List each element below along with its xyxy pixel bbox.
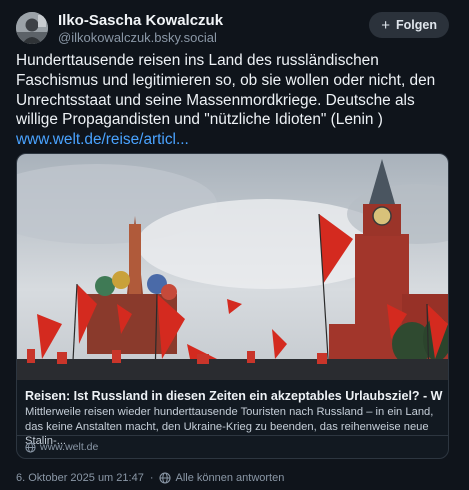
post-body: Hunderttausende reisen ins Land des russ…	[16, 52, 436, 129]
link-card[interactable]: Reisen: Ist Russland in diesen Zeiten ei…	[16, 153, 449, 459]
globe-icon	[25, 441, 36, 453]
post-footer: 6. Oktober 2025 um 21:47 · Alle können a…	[16, 472, 284, 484]
plus-icon: +	[381, 16, 391, 34]
link-card-title: Reisen: Ist Russland in diesen Zeiten ei…	[25, 389, 443, 403]
footer-separator: ·	[149, 472, 154, 484]
card-divider	[17, 435, 448, 436]
reply-settings[interactable]: Alle können antworten	[159, 472, 284, 484]
avatar[interactable]	[16, 12, 48, 44]
author-display-name[interactable]: Ilko-Sascha Kowalczuk	[58, 12, 223, 29]
follow-button-label: Folgen	[396, 18, 437, 32]
post-timestamp[interactable]: 6. Oktober 2025 um 21:47	[16, 472, 144, 484]
reply-settings-label: Alle können antworten	[175, 472, 285, 484]
link-card-domain-text: www.welt.de	[40, 441, 99, 453]
post-link[interactable]: www.welt.de/reise/articl...	[16, 131, 189, 148]
link-card-domain: www.welt.de	[25, 441, 98, 453]
post-text: Hunderttausende reisen ins Land des russ…	[16, 51, 456, 150]
card-image	[17, 154, 448, 380]
reply-settings-icon	[159, 472, 172, 484]
follow-button[interactable]: + Folgen	[369, 12, 449, 38]
avatar-photo	[16, 12, 48, 44]
author-handle[interactable]: @ilkokowalczuk.bsky.social	[58, 30, 217, 45]
